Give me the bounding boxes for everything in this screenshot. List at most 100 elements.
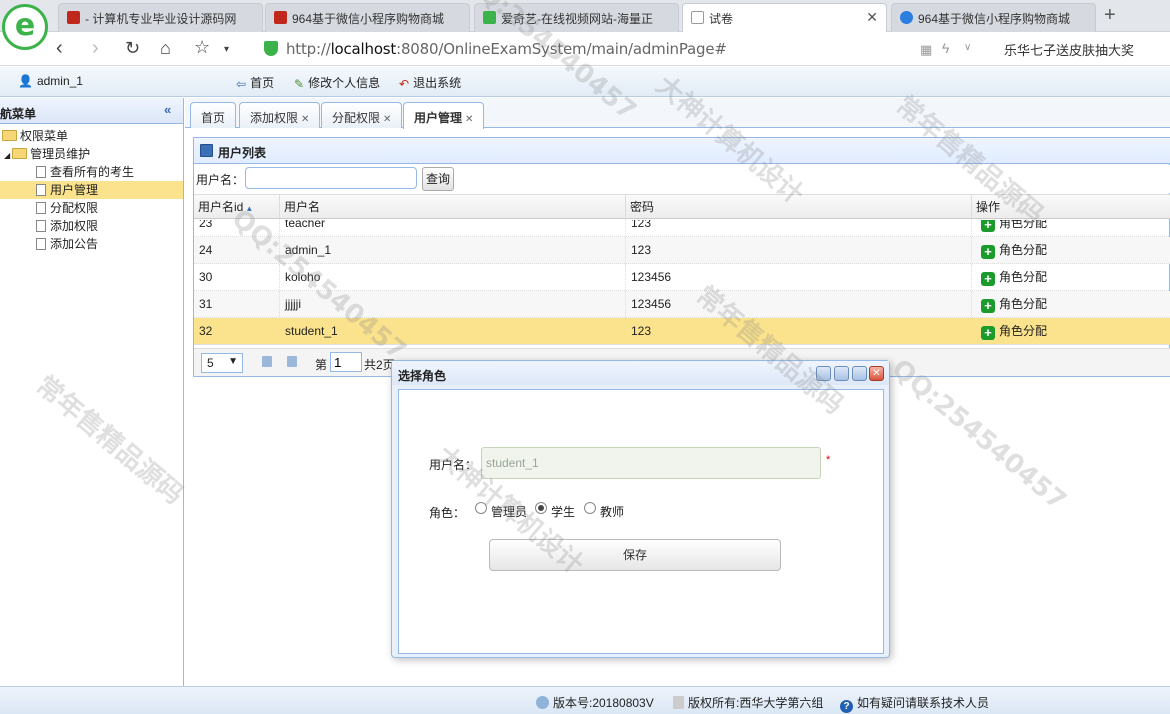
prev-page-icon[interactable]	[287, 356, 297, 367]
close-tab-icon[interactable]: ✕	[866, 9, 878, 26]
search-button[interactable]: 查询	[422, 167, 454, 191]
expand-icon[interactable]: ◢	[4, 151, 10, 160]
logout-link[interactable]: ↶ 退出系统	[399, 74, 461, 91]
sidebar-header: 导航菜单 «	[0, 98, 183, 124]
cell-name: student_1	[280, 318, 626, 344]
sidebar-item-assign-permission[interactable]: 分配权限	[0, 199, 183, 217]
minimize-icon[interactable]	[834, 366, 849, 381]
select-role-dialog: 选择角色 ✕ 用户名： student_1 * 角色： 管理员 学生 教师 保存	[391, 360, 890, 658]
radio-student[interactable]	[535, 502, 547, 514]
close-icon[interactable]: ✕	[465, 114, 473, 125]
first-page-icon[interactable]	[262, 356, 272, 367]
browser-tab-5[interactable]: 964基于微信小程序购物商城	[891, 3, 1096, 32]
lightning-icon[interactable]: ϟ	[942, 40, 949, 56]
folder-icon	[12, 148, 28, 159]
file-icon	[36, 202, 46, 214]
edit-profile-label: 修改个人信息	[308, 76, 381, 90]
page-label: 第	[315, 358, 328, 372]
plus-icon: +	[981, 245, 995, 259]
save-disk-icon	[200, 144, 213, 157]
assign-role-link[interactable]: + 角色分配	[972, 220, 1170, 236]
url-field[interactable]: http://localhost:8080/OnlineExamSystem/m…	[286, 40, 727, 58]
close-icon[interactable]: ✕	[301, 114, 309, 125]
sidebar-item-user-management[interactable]: 用户管理	[0, 181, 183, 199]
cell-id: 32	[194, 318, 280, 344]
table-row[interactable]: 23 teacher 123 + 角色分配	[194, 220, 1170, 237]
table-row[interactable]: 24 admin_1 123 + 角色分配	[194, 237, 1170, 264]
folder-icon	[2, 130, 17, 141]
close-icon[interactable]: ✕	[383, 114, 391, 125]
col-label: 密码	[630, 200, 655, 214]
assign-role-link[interactable]: + 角色分配	[972, 291, 1170, 317]
forward-icon[interactable]: ›	[92, 37, 99, 60]
assign-role-label: 角色分配	[999, 324, 1048, 338]
browser-tab-active[interactable]: 试卷 ✕	[682, 3, 887, 32]
qr-icon[interactable]: ▦	[920, 42, 932, 58]
maximize-icon[interactable]	[852, 366, 867, 381]
tab-label: 用户管理	[414, 111, 463, 125]
tab-label: 分配权限	[332, 111, 381, 125]
username-field[interactable]: student_1	[481, 447, 821, 479]
col-action[interactable]: 操作	[972, 195, 1170, 220]
collapse-icon[interactable]: «	[164, 102, 171, 117]
help-text: 如有疑问请联系技术人员	[857, 696, 990, 710]
star-icon[interactable]: ☆	[194, 37, 210, 58]
home-icon[interactable]: ⌂	[160, 38, 171, 59]
cell-id: 31	[194, 291, 280, 317]
radio-teacher[interactable]	[584, 502, 596, 514]
table-row[interactable]: 31 jjjjji 123456 + 角色分配	[194, 291, 1170, 318]
tab-assign-permission[interactable]: 分配权限 ✕	[321, 102, 403, 128]
edit-profile-link[interactable]: ✎ 修改个人信息	[294, 74, 380, 91]
cell-password: 123456	[626, 291, 972, 317]
promo-text[interactable]: 乐华七子送皮肤抽大奖	[1004, 40, 1134, 59]
col-username[interactable]: 用户名	[280, 195, 626, 220]
role-label: 角色：	[429, 506, 466, 520]
assign-role-link[interactable]: + 角色分配	[972, 237, 1170, 263]
tree-root[interactable]: 权限菜单	[0, 127, 183, 145]
dialog-header: 选择角色 ✕	[392, 361, 889, 385]
page-size-select[interactable]: 5 ▼	[201, 353, 243, 373]
sidebar-item-add-permission[interactable]: 添加权限	[0, 217, 183, 235]
save-button[interactable]: 保存	[489, 539, 781, 571]
sidebar-item-view-students[interactable]: 查看所有的考生	[0, 163, 183, 181]
help-info[interactable]: ? 如有疑问请联系技术人员	[840, 694, 989, 713]
tab-home[interactable]: 首页	[190, 102, 237, 128]
current-user: 👤 admin_1	[18, 74, 83, 88]
browser-tab-2[interactable]: 964基于微信小程序购物商城	[265, 3, 470, 32]
radio-admin[interactable]	[475, 502, 487, 514]
dropdown-icon[interactable]: ▾	[224, 44, 229, 55]
address-bar: ‹ › ↻ ⌂ ☆ ▾ http://localhost:8080/Online…	[0, 32, 1170, 66]
col-label: 操作	[976, 200, 1001, 214]
browser-logo-icon: e	[2, 4, 48, 50]
tab-user-management[interactable]: 用户管理 ✕	[403, 102, 485, 129]
back-icon[interactable]: ‹	[56, 37, 63, 60]
tab-add-permission[interactable]: 添加权限 ✕	[239, 102, 321, 128]
user-icon: 👤	[18, 74, 33, 88]
tree-group[interactable]: ◢ 管理员维护	[0, 145, 183, 163]
close-icon[interactable]: ✕	[869, 366, 884, 381]
col-user-id[interactable]: 用户名id ▲	[194, 195, 280, 220]
chevron-down-icon[interactable]: ∨	[964, 42, 971, 53]
favicon-icon	[274, 11, 287, 24]
browser-tab-3[interactable]: 爱奇艺-在线视频网站-海量正	[474, 3, 679, 32]
app-header: 👤 admin_1 ⇦ 首页 ✎ 修改个人信息 ↶ 退出系统	[0, 67, 1170, 97]
page-number-input[interactable]	[330, 352, 362, 372]
assign-role-link[interactable]: + 角色分配	[972, 264, 1170, 290]
sidebar-item-add-notice[interactable]: 添加公告	[0, 235, 183, 253]
favicon-icon	[483, 11, 496, 24]
home-link[interactable]: ⇦ 首页	[236, 74, 274, 91]
assign-role-label: 角色分配	[999, 297, 1048, 311]
help-icon: ?	[840, 700, 853, 713]
assign-role-link[interactable]: + 角色分配	[972, 318, 1170, 344]
search-input[interactable]	[245, 167, 417, 189]
col-password[interactable]: 密码	[626, 195, 972, 220]
reload-icon[interactable]: ↻	[125, 38, 140, 59]
username-label: admin_1	[36, 74, 83, 88]
tree-root-label: 权限菜单	[20, 129, 69, 143]
table-row[interactable]: 30 koloho 123456 + 角色分配	[194, 264, 1170, 291]
table-row-selected[interactable]: 32 student_1 123 + 角色分配	[194, 318, 1170, 345]
browser-tab-1[interactable]: - 计算机专业毕业设计源码网	[58, 3, 263, 32]
assign-role-label: 角色分配	[999, 220, 1048, 230]
new-tab-button[interactable]: +	[1104, 4, 1116, 27]
collapse-icon[interactable]	[816, 366, 831, 381]
